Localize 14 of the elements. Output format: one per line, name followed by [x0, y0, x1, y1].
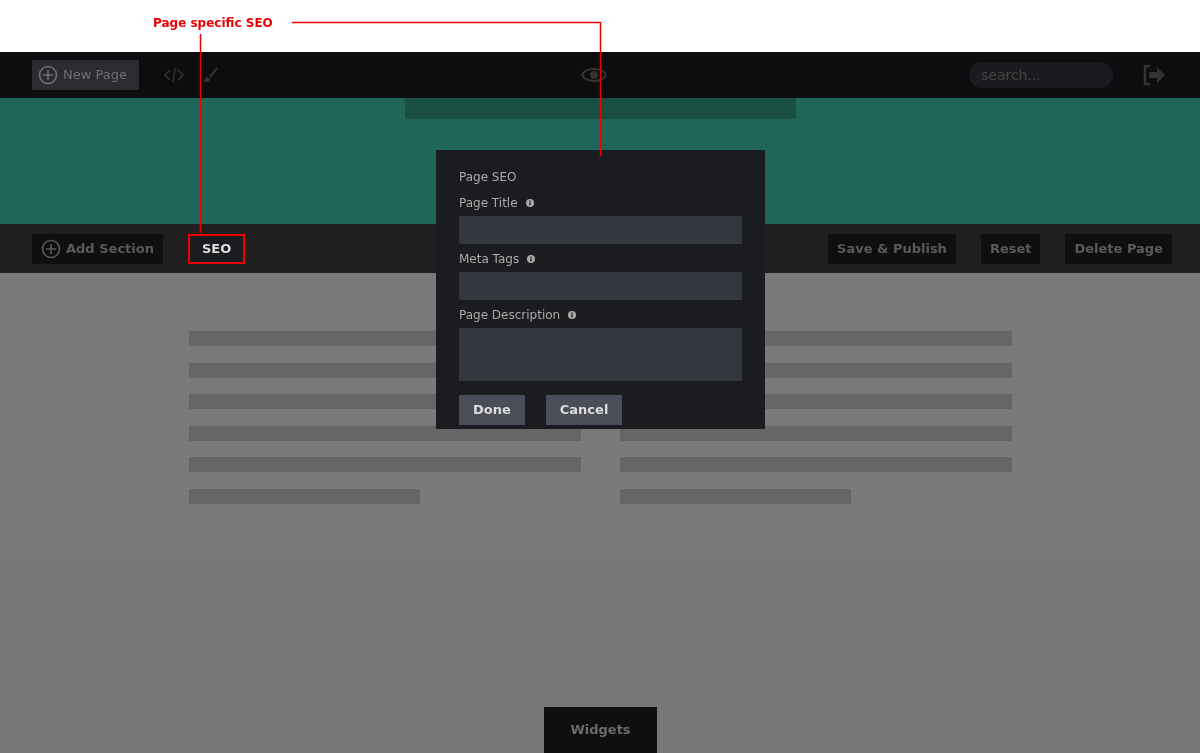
- callout-label: Page specific SEO: [153, 15, 273, 32]
- toolbar-button[interactable]: Add Section: [32, 233, 163, 264]
- field-label: Page Title: [459, 195, 518, 212]
- field-label: Page Description: [459, 307, 561, 324]
- toolbar-button[interactable]: Reset: [980, 233, 1041, 264]
- dialog-title: Page SEO: [459, 169, 518, 186]
- field-label: Meta Tags: [459, 251, 520, 268]
- dialog-button[interactable]: Cancel: [545, 395, 623, 425]
- widgets-tab[interactable]: Widgets: [544, 707, 657, 753]
- toolbar-button[interactable]: Save & Publish: [828, 233, 956, 264]
- new-page-button[interactable]: New Page: [32, 60, 139, 90]
- dialog-button[interactable]: Done: [459, 395, 525, 425]
- toolbar-button[interactable]: SEO: [187, 233, 246, 264]
- toolbar-button[interactable]: Delete Page: [1065, 233, 1172, 264]
